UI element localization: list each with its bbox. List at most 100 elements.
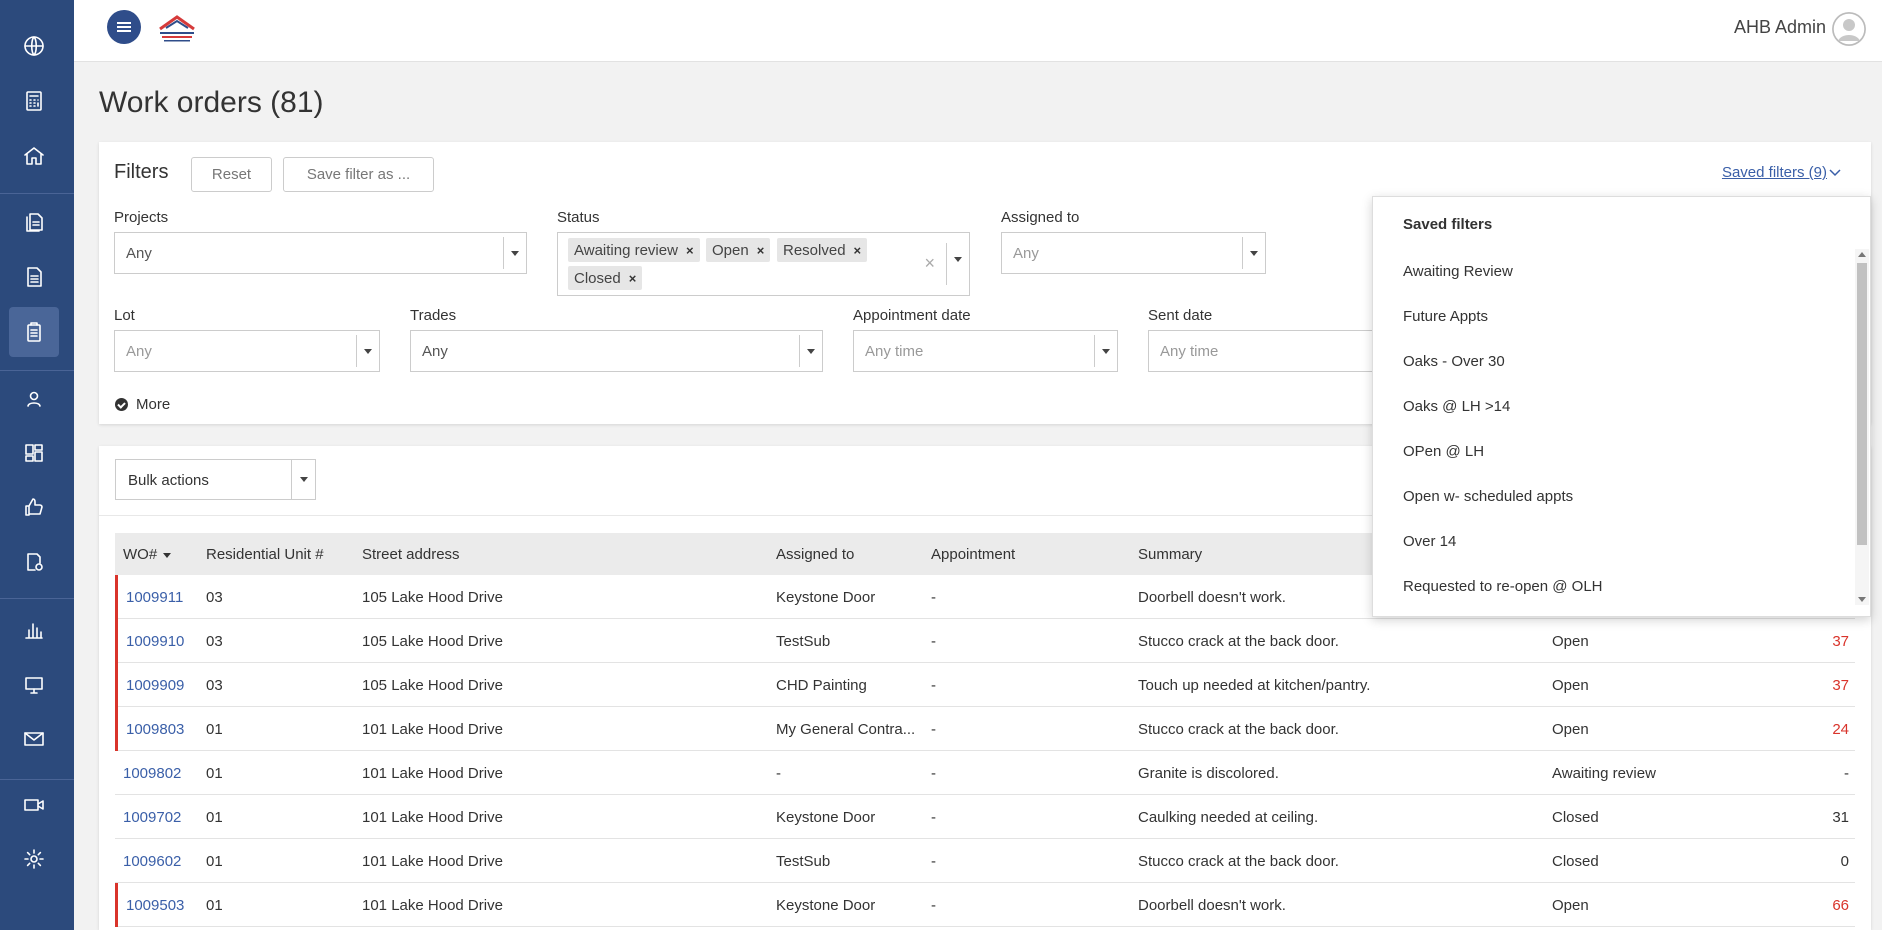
close-icon[interactable]: ×: [757, 243, 765, 258]
saved-filters-link[interactable]: Saved filters (9): [1722, 164, 1827, 181]
more-filters-toggle[interactable]: More: [115, 396, 170, 413]
assigned-cell: TestSub: [776, 853, 831, 870]
save-filter-button[interactable]: Save filter as ...: [283, 157, 434, 192]
status-chip[interactable]: Closed ×: [568, 266, 643, 290]
assigned-to-placeholder: Any: [1013, 245, 1039, 262]
assigned-to-select[interactable]: Any: [1001, 232, 1266, 274]
column-header-unit[interactable]: Residential Unit #: [206, 546, 324, 563]
table-row[interactable]: 1009602 01 101 Lake Hood Drive TestSub - Stuc…: [115, 839, 1855, 883]
chevron-down-icon[interactable]: [1242, 237, 1265, 269]
scroll-down-icon[interactable]: [1858, 597, 1866, 602]
sidebar-divider: [0, 193, 74, 194]
table-row[interactable]: 1009909 03 105 Lake Hood Drive CHD Painting…: [115, 663, 1855, 707]
saved-filter-item[interactable]: OPen @ LH: [1403, 443, 1484, 460]
trades-value: Any: [422, 343, 448, 360]
wo-number-link[interactable]: 1009802: [123, 765, 181, 782]
saved-filter-item[interactable]: Future Appts: [1403, 308, 1488, 325]
thumbs-up-icon[interactable]: [9, 482, 59, 532]
table-row[interactable]: 1009803 01 101 Lake Hood Drive My General C…: [115, 707, 1855, 751]
menu-button[interactable]: [107, 10, 141, 44]
wo-number-link[interactable]: 1009910: [126, 633, 184, 650]
days-cell: 0: [1840, 853, 1849, 870]
wo-number-link[interactable]: 1009602: [123, 853, 181, 870]
appointment-cell: -: [931, 633, 936, 650]
chevron-down-icon[interactable]: [799, 335, 822, 367]
status-chip[interactable]: Open ×: [706, 238, 771, 262]
documents-icon[interactable]: [9, 197, 59, 247]
appointment-date-select[interactable]: Any time: [853, 330, 1118, 372]
lot-label: Lot: [114, 307, 135, 324]
scrollbar[interactable]: [1855, 249, 1869, 605]
saved-filter-item[interactable]: Over 14: [1403, 533, 1456, 550]
appointment-cell: -: [931, 677, 936, 694]
column-header-appointment[interactable]: Appointment: [931, 546, 1015, 563]
wo-number-link[interactable]: 1009909: [126, 677, 184, 694]
dashboard-icon[interactable]: [9, 428, 59, 478]
trades-select[interactable]: Any: [410, 330, 823, 372]
summary-cell: Stucco crack at the back door.: [1138, 853, 1339, 870]
wo-number-link[interactable]: 1009702: [123, 809, 181, 826]
status-chip[interactable]: Awaiting review ×: [568, 238, 700, 262]
clipboard-icon[interactable]: [9, 307, 59, 357]
saved-filter-item[interactable]: Oaks - Over 30: [1403, 353, 1505, 370]
scroll-up-icon[interactable]: [1858, 252, 1866, 257]
table-row[interactable]: 1009802 01 101 Lake Hood Drive - - Granite is…: [115, 751, 1855, 795]
status-select[interactable]: Awaiting review × Open × Resolved × Closed ×…: [557, 232, 970, 296]
person-icon[interactable]: [9, 374, 59, 424]
gear-icon[interactable]: [9, 834, 59, 884]
status-chip[interactable]: Resolved ×: [777, 238, 868, 262]
settings-doc-icon[interactable]: [9, 537, 59, 587]
chevron-down-icon[interactable]: [1829, 166, 1841, 178]
chip-label: Awaiting review: [574, 241, 678, 259]
wo-number-link[interactable]: 1009911: [126, 589, 183, 606]
wo-number-link[interactable]: 1009503: [126, 897, 184, 914]
lot-select[interactable]: Any: [114, 330, 380, 372]
saved-filter-item[interactable]: Awaiting Review: [1403, 263, 1513, 280]
column-header-address[interactable]: Street address: [362, 546, 460, 563]
video-icon[interactable]: [9, 780, 59, 830]
table-row[interactable]: 1009702 01 101 Lake Hood Drive Keystone Doo…: [115, 795, 1855, 839]
bar-chart-icon[interactable]: [9, 605, 59, 655]
calculator-icon[interactable]: [9, 76, 59, 126]
chevron-down-icon[interactable]: [946, 243, 969, 285]
table-row[interactable]: 1009910 03 105 Lake Hood Drive TestSub - Stuc…: [115, 619, 1855, 663]
mail-icon[interactable]: [9, 714, 59, 764]
unit-cell: 01: [206, 765, 223, 782]
saved-filter-item[interactable]: Oaks @ LH >14: [1403, 398, 1510, 415]
days-cell: 24: [1832, 721, 1849, 738]
bulk-actions-select[interactable]: Bulk actions: [115, 459, 316, 500]
chip-label: Resolved: [783, 241, 846, 259]
saved-filter-item[interactable]: Requested to re-open @ OLH: [1403, 578, 1603, 595]
avatar[interactable]: [1832, 12, 1866, 46]
chevron-down-icon[interactable]: [356, 335, 379, 367]
globe-icon[interactable]: [9, 21, 59, 71]
appointment-cell: -: [931, 809, 936, 826]
filters-heading: Filters: [114, 161, 169, 183]
column-header-assigned[interactable]: Assigned to: [776, 546, 854, 563]
clear-icon[interactable]: ×: [924, 253, 935, 274]
close-icon[interactable]: ×: [686, 243, 694, 258]
chevron-down-icon[interactable]: [291, 460, 315, 499]
column-header-summary[interactable]: Summary: [1138, 546, 1202, 563]
reset-button[interactable]: Reset: [191, 157, 272, 192]
saved-filter-item[interactable]: Open w- scheduled appts: [1403, 488, 1573, 505]
close-icon[interactable]: ×: [629, 271, 637, 286]
sidebar: [0, 0, 74, 930]
status-cell: Closed: [1552, 853, 1599, 870]
scrollbar-thumb[interactable]: [1857, 263, 1867, 545]
sent-date-label: Sent date: [1148, 307, 1213, 324]
company-logo[interactable]: [156, 13, 198, 43]
home-icon[interactable]: [9, 131, 59, 181]
appointment-cell: -: [931, 897, 936, 914]
projects-select[interactable]: Any: [114, 232, 527, 274]
user-name[interactable]: AHB Admin: [1734, 17, 1826, 38]
wo-number-link[interactable]: 1009803: [126, 721, 184, 738]
monitor-icon[interactable]: [9, 660, 59, 710]
chevron-down-icon[interactable]: [1094, 335, 1117, 367]
close-icon[interactable]: ×: [854, 243, 862, 258]
column-header-wo[interactable]: WO#: [123, 546, 172, 563]
table-row[interactable]: 1009503 01 101 Lake Hood Drive Keystone Doo…: [115, 883, 1855, 927]
chevron-down-icon[interactable]: [503, 237, 526, 269]
document-icon[interactable]: [9, 252, 59, 302]
unit-cell: 01: [206, 897, 223, 914]
